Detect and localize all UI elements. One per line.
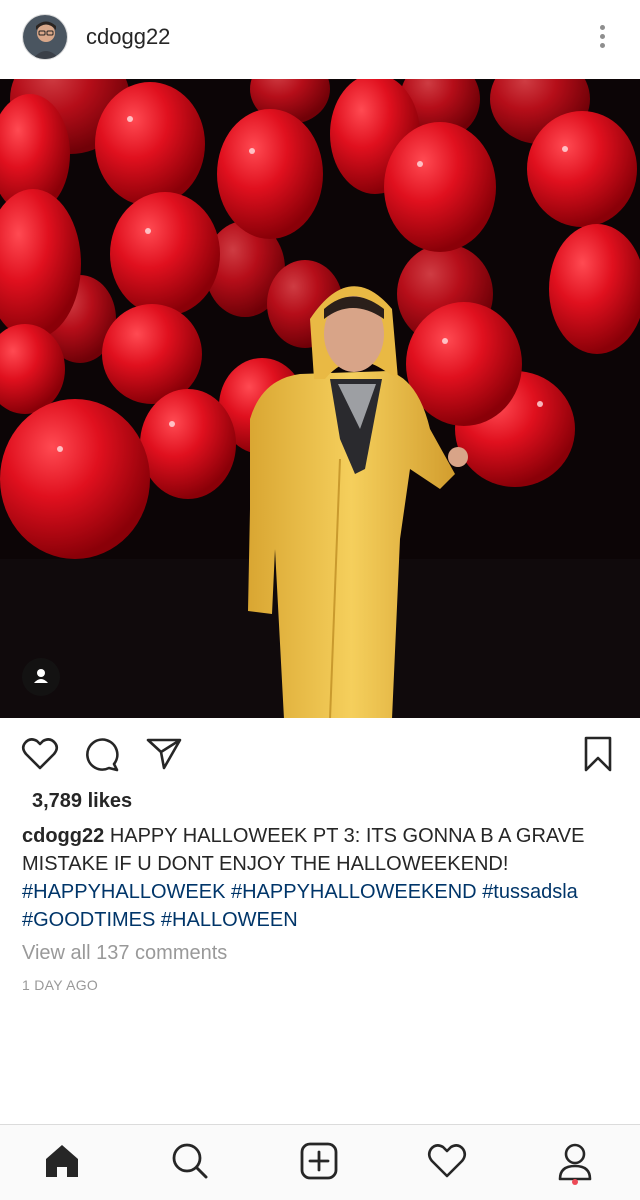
avatar[interactable] bbox=[22, 14, 68, 60]
post-timestamp: 1 DAY AGO bbox=[22, 977, 99, 993]
share-icon[interactable] bbox=[144, 734, 184, 774]
hashtag[interactable]: #GOODTIMES bbox=[22, 909, 155, 931]
view-comments-link[interactable]: View all 137 comments bbox=[22, 942, 227, 965]
hashtag[interactable]: #HALLOWEEN bbox=[161, 909, 298, 931]
profile-icon[interactable] bbox=[553, 1139, 597, 1185]
likes-count[interactable]: 3,789 likes bbox=[32, 790, 132, 813]
caption-username[interactable]: cdogg22 bbox=[22, 825, 104, 847]
bookmark-icon[interactable] bbox=[578, 734, 618, 774]
post-photo[interactable] bbox=[0, 79, 640, 718]
user-tag-icon[interactable] bbox=[22, 658, 60, 696]
bottom-nav bbox=[0, 1124, 640, 1200]
post-actions bbox=[0, 722, 640, 786]
search-icon[interactable] bbox=[168, 1139, 212, 1183]
caption-text: HAPPY HALLOWEEK PT 3: ITS GONNA B A GRAV… bbox=[22, 825, 585, 875]
comment-icon[interactable] bbox=[82, 734, 122, 774]
hashtag[interactable]: #HAPPYHALLOWEEK bbox=[22, 881, 225, 903]
add-post-icon[interactable] bbox=[297, 1139, 341, 1183]
activity-heart-icon[interactable] bbox=[425, 1139, 469, 1183]
post-username[interactable]: cdogg22 bbox=[86, 24, 170, 50]
post-header: cdogg22 bbox=[0, 0, 640, 78]
hashtag[interactable]: #tussadsla bbox=[482, 881, 578, 903]
hashtag[interactable]: #HAPPYHALLOWEEKEND bbox=[231, 881, 477, 903]
home-icon[interactable] bbox=[40, 1139, 84, 1183]
more-vertical-icon[interactable] bbox=[588, 22, 616, 52]
notification-dot bbox=[572, 1179, 578, 1185]
heart-icon[interactable] bbox=[20, 734, 60, 774]
post-caption: cdogg22 HAPPY HALLOWEEK PT 3: ITS GONNA … bbox=[22, 822, 622, 934]
